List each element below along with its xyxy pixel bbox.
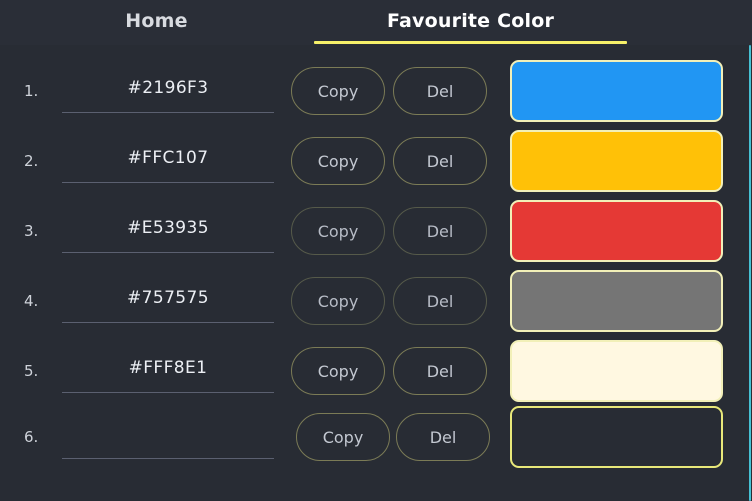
table-row: 4. Copy Del [0, 266, 752, 336]
copy-button-label: Copy [322, 427, 364, 447]
delete-button[interactable]: Del [393, 277, 487, 325]
delete-button[interactable]: Del [393, 67, 487, 115]
copy-button-label: Copy [317, 151, 359, 171]
row-index: 4. [24, 291, 39, 310]
color-swatch[interactable] [510, 270, 723, 332]
row-index: 1. [24, 81, 39, 100]
color-input[interactable] [62, 415, 274, 459]
copy-button[interactable]: Copy [291, 347, 385, 395]
color-input[interactable] [62, 139, 274, 183]
copy-button[interactable]: Copy [291, 277, 385, 325]
delete-button[interactable]: Del [396, 413, 490, 461]
row-index: 3. [24, 221, 39, 240]
table-row: 2. Copy Del [0, 126, 752, 196]
delete-button-label: Del [426, 221, 454, 241]
color-input[interactable] [62, 209, 274, 253]
copy-button[interactable]: Copy [291, 207, 385, 255]
table-row: 1. Copy Del [0, 56, 752, 126]
color-input[interactable] [62, 349, 274, 393]
delete-button-label: Del [426, 361, 454, 381]
vertical-scrollbar[interactable] [749, 45, 751, 501]
color-swatch[interactable] [510, 60, 723, 122]
delete-button-label: Del [426, 81, 454, 101]
color-list: 1. Copy Del 2. Copy Del 3. C [0, 45, 752, 501]
delete-button-label: Del [426, 151, 454, 171]
copy-button-label: Copy [317, 81, 359, 101]
delete-button[interactable]: Del [393, 347, 487, 395]
tab-favourite-color[interactable]: Favourite Color [313, 0, 628, 45]
copy-button[interactable]: Copy [291, 137, 385, 185]
tab-home[interactable]: Home [0, 0, 313, 45]
delete-button[interactable]: Del [393, 137, 487, 185]
tab-bar: Home Favourite Color [0, 0, 752, 45]
copy-button-label: Copy [317, 221, 359, 241]
app-root: Home Favourite Color 1. Copy Del 2. Copy [0, 0, 752, 501]
table-row: 3. Copy Del [0, 196, 752, 266]
delete-button-label: Del [429, 427, 457, 447]
tab-favourite-color-label: Favourite Color [386, 9, 555, 32]
color-input[interactable] [62, 69, 274, 113]
copy-button[interactable]: Copy [296, 413, 390, 461]
table-row: 5. Copy Del [0, 336, 752, 406]
color-swatch[interactable] [510, 406, 723, 468]
row-index: 5. [24, 361, 39, 380]
table-row: 6. Copy Del [0, 402, 752, 472]
active-tab-indicator [314, 41, 627, 44]
color-swatch[interactable] [510, 130, 723, 192]
copy-button-label: Copy [317, 361, 359, 381]
delete-button[interactable]: Del [393, 207, 487, 255]
row-index: 2. [24, 151, 39, 170]
delete-button-label: Del [426, 291, 454, 311]
copy-button[interactable]: Copy [291, 67, 385, 115]
color-input[interactable] [62, 279, 274, 323]
copy-button-label: Copy [317, 291, 359, 311]
tab-home-label: Home [125, 9, 188, 32]
color-swatch[interactable] [510, 340, 723, 402]
row-index: 6. [24, 427, 39, 446]
color-swatch[interactable] [510, 200, 723, 262]
